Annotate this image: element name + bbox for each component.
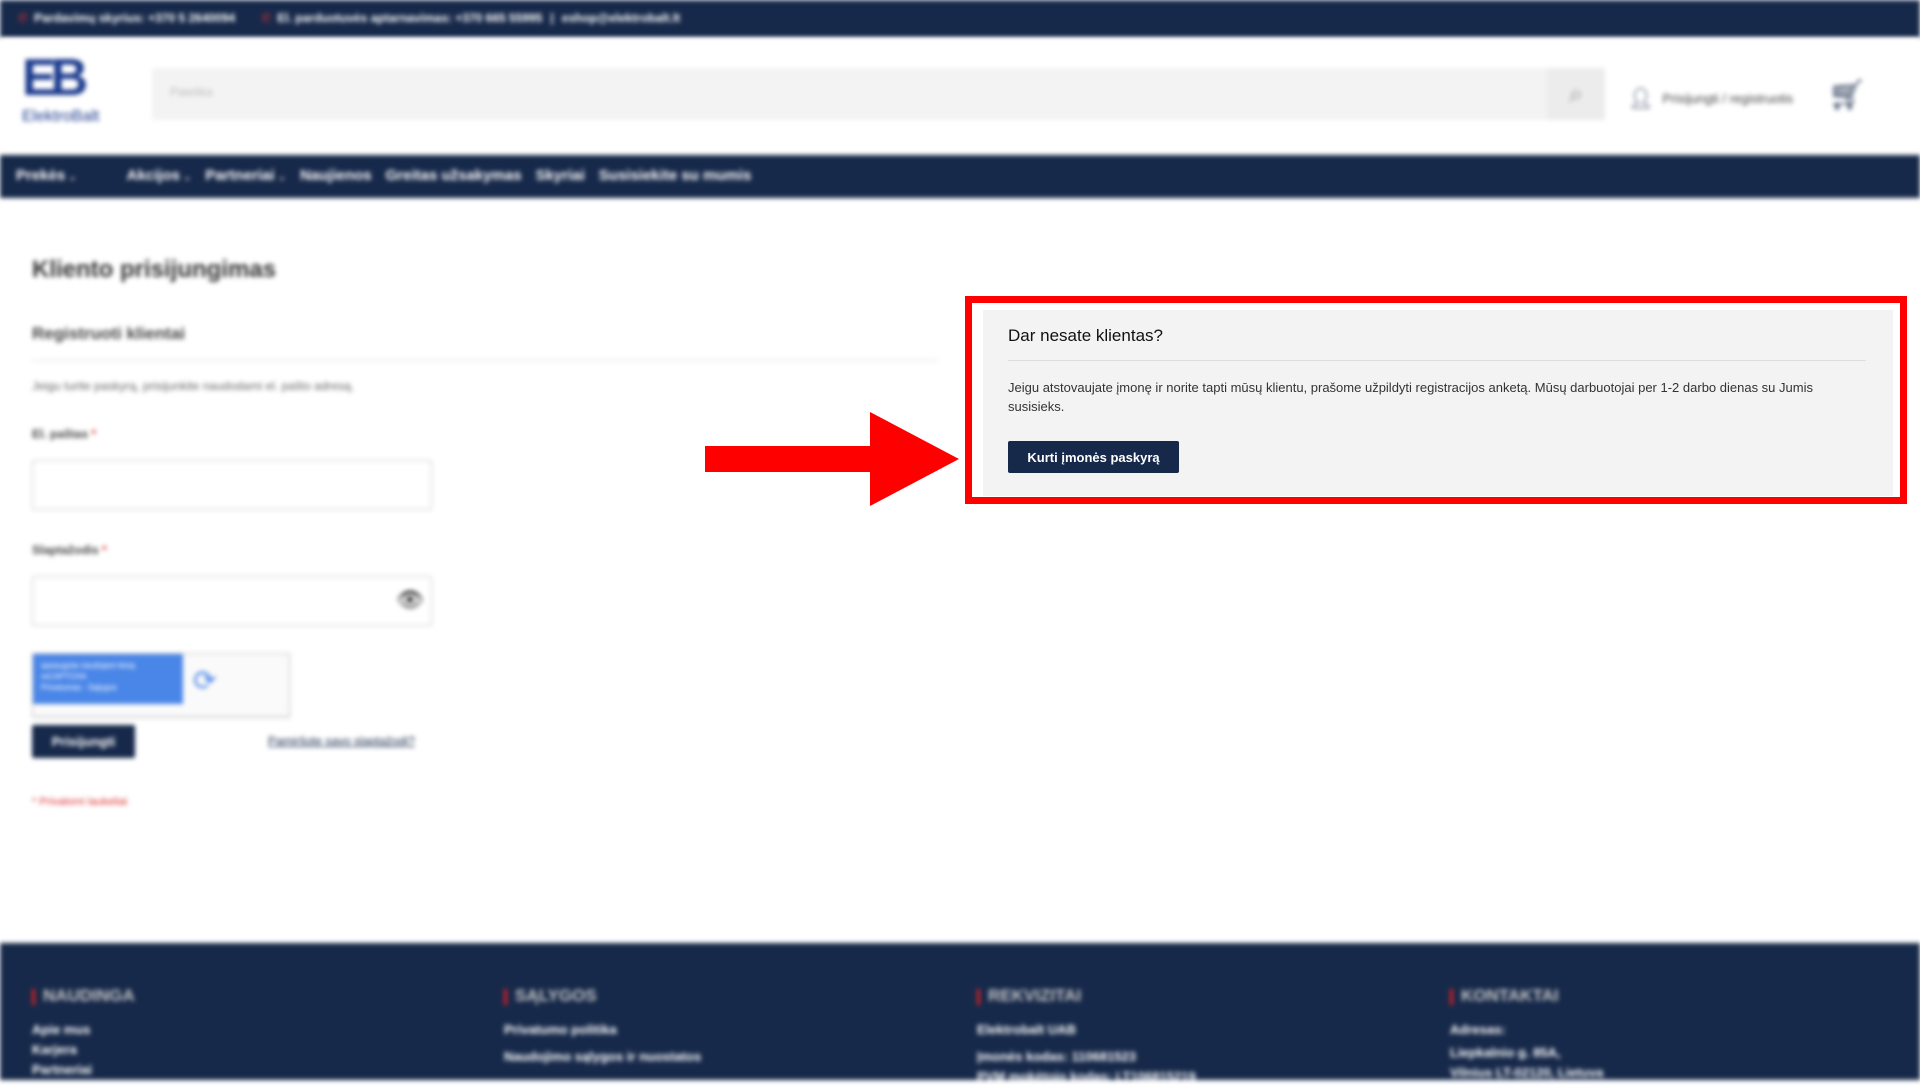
footer-column-details: REKVIZITAI Elektrobalt UAB Įmonės kodas:… [977, 986, 1196, 1084]
main-navigation: Prekės ⌄ Akcijos ⌄ Partneriai ⌄ Naujienos G… [0, 155, 1920, 198]
search-button[interactable]: ⌕ [1547, 68, 1605, 120]
registered-clients-title: Registruoti klientai [32, 324, 186, 343]
nav-item-greitas-uzsakymas[interactable]: Greitas užsakymas [386, 167, 522, 184]
footer-column-conditions: SĄLYGOS Privatumo politika Naudojimo sąl… [504, 986, 702, 1064]
phone-icon: ✆ [18, 11, 29, 25]
red-arrow-annotation [705, 412, 959, 506]
create-company-account-button[interactable]: Kurti įmonės paskyrą [1008, 441, 1179, 473]
eshop-email[interactable]: eshop@elektrobalt.lt [562, 11, 680, 25]
password-label: Slaptažodis * [32, 543, 107, 557]
email-field[interactable] [32, 460, 432, 510]
sales-phone[interactable]: ✆ Pardavimų skyrius: +370 5 2640094 [18, 11, 235, 25]
footer-column-contacts: KONTAKTAI Adresas: Liepkalnio g. 85A, Vi… [1450, 986, 1604, 1080]
site-logo[interactable]: EB ElektroBalt [22, 50, 117, 135]
new-client-description: Jeigu atstovaujate įmonę ir norite tapti… [1008, 380, 1813, 414]
email-label: El. paštas * [32, 427, 97, 441]
footer-link[interactable]: Naudojimo sąlygos ir nuostatos [504, 1049, 701, 1064]
separator: | [550, 11, 554, 25]
recaptcha-badge: apsaugota naudojant tiesą reCAPTCHA Priv… [33, 654, 183, 704]
nav-item-naujienos[interactable]: Naujienos [300, 167, 372, 184]
logo-name: ElektroBalt [22, 108, 100, 125]
required-fields-note: * Privalomi laukeliai [32, 796, 128, 808]
user-icon: 👤︎ [1628, 88, 1654, 110]
chevron-down-icon: ⌄ [182, 172, 192, 183]
footer-column-useful: NAUDINGA Apie mus Karjera Partneriai [32, 986, 135, 1077]
site-footer: NAUDINGA Apie mus Karjera Partneriai SĄL… [0, 943, 1920, 1084]
phone-icon: ✆ [261, 11, 272, 25]
nav-item-partneriai[interactable]: Partneriai ⌄ [205, 167, 286, 184]
eshop-phone[interactable]: ✆ El. parduotuvės aptarnavimas: +370 665 … [261, 11, 542, 25]
nav-item-susisiekite[interactable]: Susisiekite su mumis [599, 167, 752, 184]
password-field[interactable] [32, 576, 432, 626]
forgot-password-link[interactable]: Pamiršote savo slaptažodį? [268, 734, 415, 748]
arrow-shape [705, 412, 959, 506]
login-description: Jeigu turite paskyrą, prisijunkite naudo… [32, 379, 355, 393]
login-button[interactable]: Prisijungti [32, 725, 135, 758]
cart-icon[interactable]: 🛒︎ [1828, 78, 1866, 113]
nav-item-prekes[interactable]: Prekės ⌄ [16, 167, 77, 184]
divider [32, 360, 938, 361]
footer-link[interactable]: Apie mus [32, 1022, 135, 1037]
chevron-down-icon: ⌄ [277, 172, 286, 183]
page-title: Kliento prisijungimas [32, 256, 277, 283]
logo-mark: EB [22, 49, 88, 107]
new-client-title: Dar nesate klientas? [1008, 326, 1163, 345]
top-contact-bar: ✆ Pardavimų skyrius: +370 5 2640094 ✆ El. … [0, 0, 1920, 38]
chevron-down-icon: ⌄ [68, 172, 77, 183]
search-icon: ⌕ [1568, 78, 1584, 108]
footer-link[interactable]: Karjera [32, 1042, 135, 1057]
eye-icon[interactable]: 👁︎ [396, 589, 426, 611]
search-bar[interactable]: Paieška ⌕ [152, 68, 1605, 120]
footer-link[interactable]: Partneriai [32, 1062, 135, 1077]
divider [1008, 360, 1866, 361]
site-header: EB ElektroBalt Paieška ⌕ 👤︎ Prisijungti … [0, 38, 1920, 155]
nav-item-skyriai[interactable]: Skyriai [536, 167, 585, 184]
nav-item-akcijos[interactable]: Akcijos ⌄ [127, 167, 192, 184]
recaptcha-icon: ⟳ [193, 665, 217, 696]
footer-link[interactable]: Privatumo politika [504, 1022, 701, 1037]
login-register-link[interactable]: 👤︎ Prisijungti / registruotis [1628, 86, 1793, 111]
search-input[interactable]: Paieška [170, 85, 213, 99]
recaptcha-widget[interactable]: apsaugota naudojant tiesą reCAPTCHA Priv… [32, 653, 290, 717]
